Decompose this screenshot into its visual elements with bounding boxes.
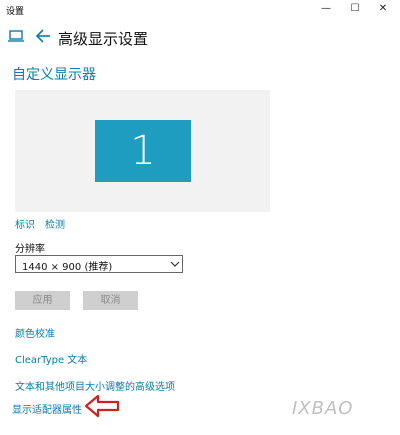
apply-button[interactable]: 应用 (15, 291, 70, 310)
adapter-properties-link[interactable]: 显示适配器属性 (12, 401, 82, 416)
identify-link[interactable]: 标识 (15, 216, 35, 231)
cancel-button[interactable]: 取消 (83, 291, 138, 310)
resolution-value: 1440 × 900 (推荐) (22, 262, 113, 273)
home-icon[interactable] (8, 30, 24, 42)
color-calibration-link[interactable]: 颜色校准 (15, 325, 55, 340)
title-bar: 设置 — ☐ ✕ (0, 0, 400, 18)
red-arrow-icon (84, 394, 120, 418)
section-title: 自定义显示器 (12, 67, 96, 83)
app-name: 设置 (6, 7, 25, 17)
back-icon[interactable] (36, 28, 50, 44)
monitor-tile[interactable]: 1 (95, 120, 191, 182)
cleartype-link[interactable]: ClearType 文本 (15, 351, 87, 366)
resolution-label: 分辨率 (15, 244, 45, 255)
detect-link[interactable]: 检测 (45, 216, 65, 231)
chevron-down-icon (170, 261, 180, 267)
watermark: IXBAO (292, 398, 354, 419)
minimize-button[interactable]: — (314, 1, 338, 17)
page-title: 高级显示设置 (58, 30, 149, 48)
monitor-number: 1 (130, 128, 156, 174)
resolution-dropdown[interactable]: 1440 × 900 (推荐) (15, 255, 183, 273)
maximize-button[interactable]: ☐ (343, 1, 367, 17)
monitor-arrangement-area: 1 (15, 90, 270, 212)
advanced-sizing-link[interactable]: 文本和其他项目大小调整的高级选项 (15, 378, 175, 393)
page-header: 高级显示设置 (0, 26, 400, 50)
close-button[interactable]: ✕ (371, 1, 395, 17)
